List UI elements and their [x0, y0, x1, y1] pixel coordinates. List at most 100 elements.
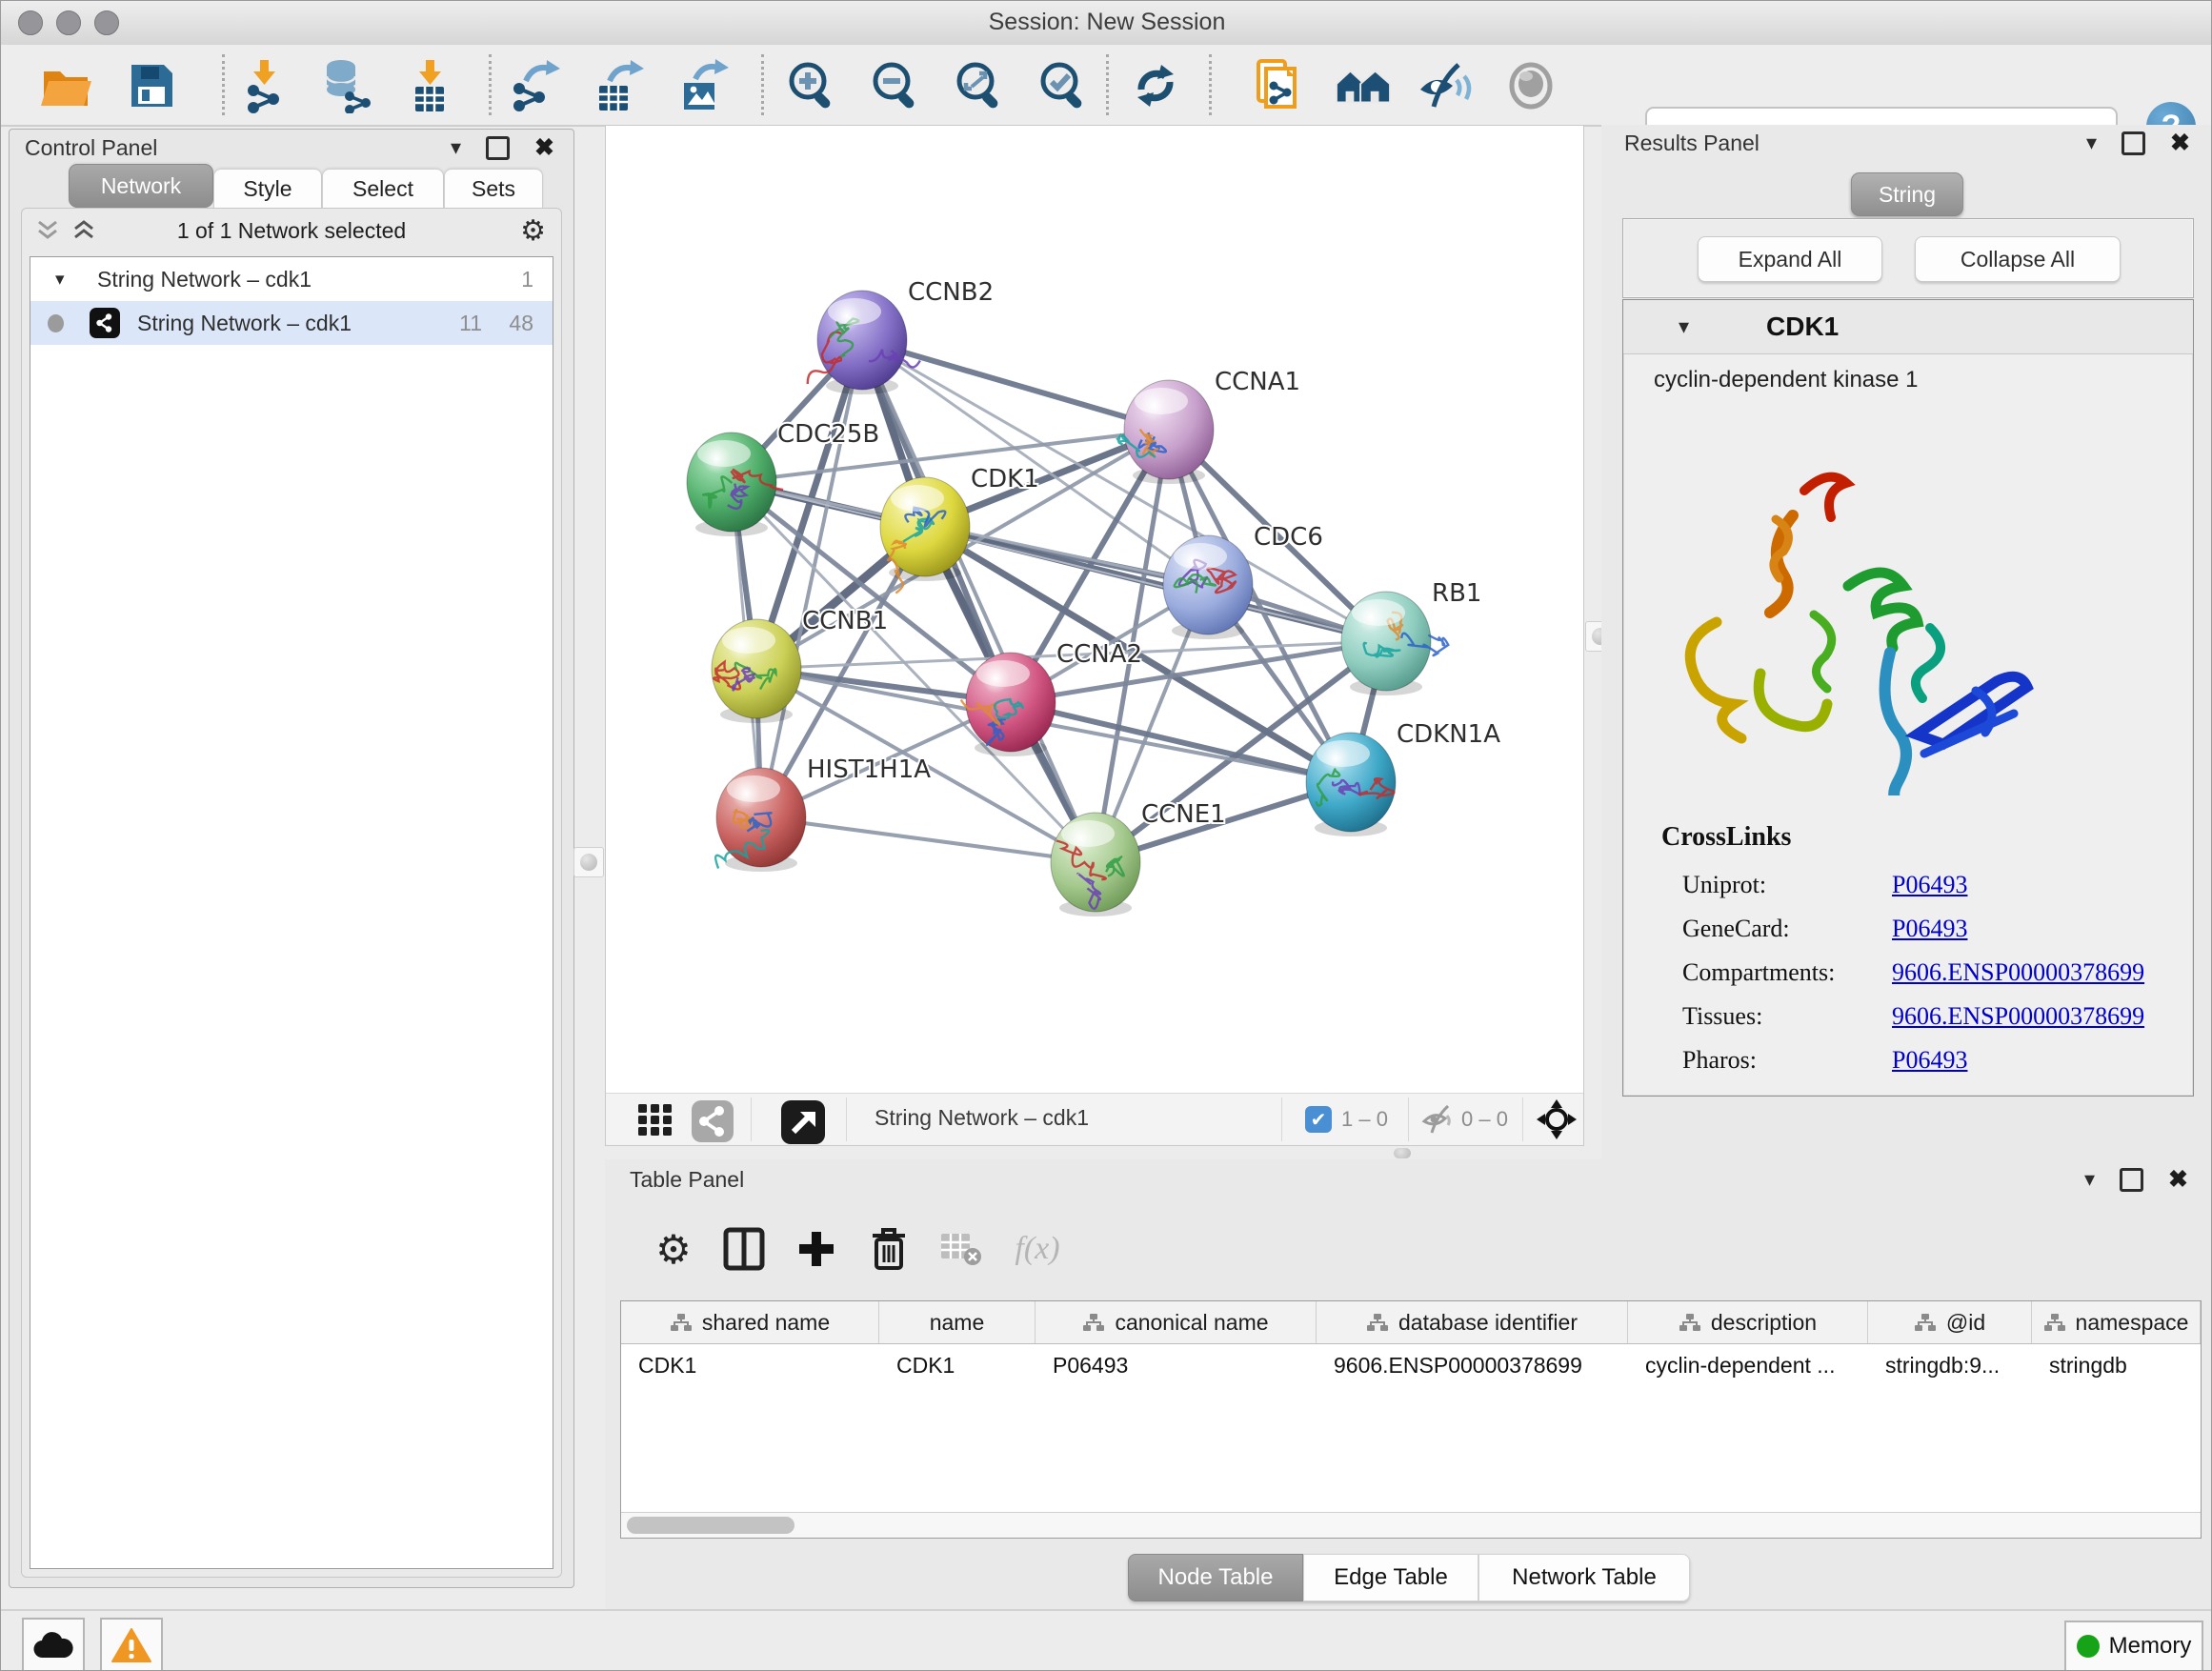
expand-all-button[interactable]: Expand All: [1698, 236, 1882, 282]
network-node[interactable]: CCNB2: [808, 278, 994, 394]
zoom-in-button[interactable]: [782, 58, 839, 113]
crosslink-row: Pharos: P06493: [1682, 1039, 1757, 1081]
show-all-button[interactable]: [1502, 58, 1559, 113]
control-panel-close-icon[interactable]: ✖: [534, 136, 554, 160]
control-panel-menu-icon[interactable]: ▾: [451, 135, 461, 160]
network-node[interactable]: CCNE1: [1051, 800, 1226, 916]
results-panel-title: Results Panel: [1624, 131, 1760, 156]
bottom-splitter-handle[interactable]: [1394, 1148, 1411, 1158]
column-header[interactable]: canonical name: [1036, 1301, 1317, 1343]
selected-checkbox[interactable]: ✔: [1305, 1106, 1332, 1133]
network-edge[interactable]: [862, 340, 1169, 430]
table-cell[interactable]: stringdb: [2032, 1344, 2201, 1386]
table-cell[interactable]: stringdb:9...: [1868, 1344, 2032, 1386]
crosslink-link[interactable]: P06493: [1892, 1046, 1967, 1075]
table-options-gear-icon[interactable]: ⚙: [649, 1224, 698, 1274]
tab-select[interactable]: Select: [322, 169, 444, 208]
zoom-selected-button[interactable]: [1034, 58, 1091, 113]
tab-network-table[interactable]: Network Table: [1478, 1554, 1690, 1601]
add-column-icon[interactable]: [792, 1224, 841, 1274]
tab-edge-table[interactable]: Edge Table: [1303, 1554, 1478, 1601]
column-header[interactable]: database identifier: [1317, 1301, 1628, 1343]
network-collection-row[interactable]: ▾ String Network – cdk1 1: [30, 257, 553, 301]
column-header[interactable]: shared name: [621, 1301, 879, 1343]
collection-expander-icon[interactable]: ▾: [55, 269, 65, 291]
table-panel-close-icon[interactable]: ✖: [2168, 1168, 2188, 1192]
tab-node-table[interactable]: Node Table: [1128, 1554, 1303, 1601]
table-cell[interactable]: CDK1: [879, 1344, 1036, 1386]
table-horizontal-scrollbar[interactable]: [621, 1512, 2201, 1538]
open-session-button[interactable]: [37, 58, 94, 113]
tab-string[interactable]: String: [1851, 172, 1963, 216]
network-view-toolbar: String Network – cdk1 ✔ 1 – 0 0 – 0: [606, 1093, 1583, 1145]
network-list-options-icon[interactable]: ⚙: [520, 214, 546, 248]
warnings-button[interactable]: [100, 1618, 163, 1671]
network-edge[interactable]: [761, 340, 862, 817]
gene-section-header[interactable]: ▾ CDK1: [1623, 300, 2193, 354]
crosslink-link[interactable]: P06493: [1892, 915, 1967, 943]
left-splitter-handle[interactable]: [573, 847, 604, 877]
results-panel-menu-icon[interactable]: ▾: [2086, 131, 2097, 155]
network-row-selected[interactable]: String Network – cdk1 11 48: [30, 301, 553, 345]
tab-network[interactable]: Network: [69, 164, 213, 208]
show-columns-icon[interactable]: [719, 1224, 769, 1274]
import-network-database-button[interactable]: [317, 58, 374, 113]
hide-selected-button[interactable]: [1417, 58, 1474, 113]
table-cell[interactable]: P06493: [1036, 1344, 1317, 1386]
network-node[interactable]: HIST1H1A: [715, 755, 931, 872]
delete-table-icon[interactable]: [936, 1224, 986, 1274]
network-canvas[interactable]: CCNB2CCNA1CDC25BCDK1CDC6RB1CCNB1CCNA2CDK…: [606, 126, 1583, 1094]
results-panel-close-icon[interactable]: ✖: [2170, 131, 2190, 155]
crosslink-link[interactable]: 9606.ENSP00000378699: [1892, 1002, 2144, 1031]
node-label: HIST1H1A: [807, 755, 931, 784]
network-share-icon[interactable]: [692, 1100, 734, 1142]
refresh-button[interactable]: [1127, 58, 1184, 113]
grid-view-icon[interactable]: [636, 1100, 674, 1138]
table-cell[interactable]: 9606.ENSP00000378699: [1317, 1344, 1628, 1386]
table-cell[interactable]: CDK1: [621, 1344, 879, 1386]
clipboard-network-icon: [1251, 57, 1304, 114]
delete-column-icon[interactable]: [864, 1224, 914, 1274]
export-image-button[interactable]: [674, 58, 731, 113]
network-edge[interactable]: [761, 817, 1096, 862]
hidden-eye-icon[interactable]: [1421, 1104, 1456, 1135]
fit-content-crosshair-icon[interactable]: [1536, 1098, 1578, 1140]
scrollbar-thumb[interactable]: [627, 1517, 794, 1534]
node-table: shared namenamecanonical namedatabase id…: [620, 1300, 2202, 1539]
results-panel-float-icon[interactable]: [2122, 131, 2145, 155]
export-network-button[interactable]: [506, 58, 563, 113]
export-table-button[interactable]: [590, 58, 647, 113]
crosslink-link[interactable]: 9606.ENSP00000378699: [1892, 958, 2144, 987]
column-header[interactable]: description: [1628, 1301, 1868, 1343]
control-panel-float-icon[interactable]: [486, 136, 510, 160]
birds-eye-view-icon[interactable]: [781, 1100, 825, 1144]
function-builder-icon[interactable]: f(x): [1001, 1224, 1074, 1274]
network-selection-summary: 1 of 1 Network selected: [22, 218, 561, 244]
first-neighbors-button[interactable]: [1335, 58, 1392, 113]
zoom-fit-button[interactable]: [950, 58, 1007, 113]
table-panel-float-icon[interactable]: [2120, 1168, 2143, 1192]
import-network-file-button[interactable]: [235, 58, 292, 113]
table-panel-menu-icon[interactable]: ▾: [2084, 1167, 2095, 1192]
column-header[interactable]: namespace: [2032, 1301, 2201, 1343]
zoom-out-button[interactable]: [866, 58, 923, 113]
table-row[interactable]: CDK1CDK1P064939606.ENSP00000378699cyclin…: [621, 1344, 2201, 1386]
gene-expander-icon[interactable]: ▾: [1679, 314, 1689, 339]
tab-sets[interactable]: Sets: [444, 169, 543, 208]
collapse-all-button[interactable]: Collapse All: [1915, 236, 2121, 282]
table-cell[interactable]: cyclin-dependent ...: [1628, 1344, 1868, 1386]
network-node[interactable]: RB1: [1341, 579, 1481, 695]
network-node[interactable]: CDK1: [880, 465, 1039, 594]
network-from-clipboard-button[interactable]: [1249, 58, 1306, 113]
column-header[interactable]: @id: [1868, 1301, 2032, 1343]
cloud-status-button[interactable]: [22, 1618, 85, 1671]
tab-style[interactable]: Style: [213, 169, 322, 208]
column-header[interactable]: name: [879, 1301, 1036, 1343]
network-node[interactable]: CDC25B: [687, 420, 879, 536]
network-view[interactable]: CCNB2CCNA1CDC25BCDK1CDC6RB1CCNB1CCNA2CDK…: [605, 125, 1584, 1146]
save-session-button[interactable]: [123, 58, 180, 113]
import-table-file-button[interactable]: [401, 58, 458, 113]
crosslink-link[interactable]: P06493: [1892, 871, 1967, 899]
memory-button[interactable]: Memory: [2064, 1621, 2203, 1671]
network-node[interactable]: CDKN1A: [1306, 720, 1500, 836]
